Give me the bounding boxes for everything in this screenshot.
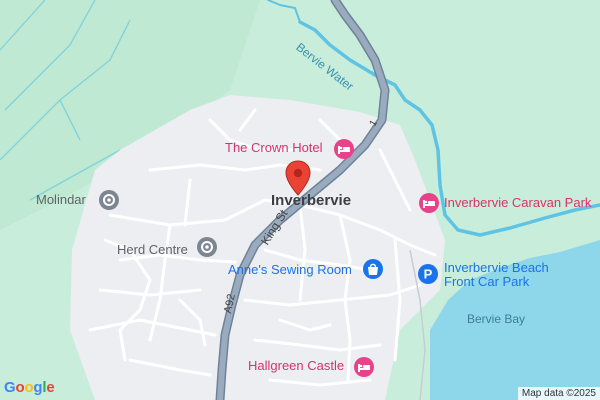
town-label-inverbervie[interactable]: Inverbervie	[271, 192, 351, 209]
poi-label-car-park-line2[interactable]: Front Car Park	[444, 274, 529, 289]
map-canvas[interactable]: A92 King St 1 Bervie Water Bervie Bay Th…	[0, 0, 600, 400]
castle-hotel-icon[interactable]	[353, 356, 377, 380]
shopping-bag-icon[interactable]	[362, 258, 386, 282]
google-logo: Google	[4, 379, 55, 396]
poi-label-molindar[interactable]: Molindar	[36, 192, 86, 207]
herd-centre-place-icon[interactable]	[196, 236, 220, 260]
poi-label-herd-centre[interactable]: Herd Centre	[117, 242, 188, 257]
hotel-icon[interactable]	[333, 138, 357, 162]
poi-label-crown-hotel[interactable]: The Crown Hotel	[225, 140, 323, 155]
poi-label-sewing-room[interactable]: Anne's Sewing Room	[228, 262, 352, 277]
caravan-park-icon[interactable]	[418, 192, 442, 216]
molindar-place-icon[interactable]	[98, 189, 122, 213]
poi-label-caravan-park[interactable]: Inverbervie Caravan Park	[444, 195, 591, 210]
poi-label-car-park-line1[interactable]: Inverbervie Beach	[444, 260, 549, 275]
parking-icon[interactable]: P	[417, 263, 441, 287]
svg-text:P: P	[424, 267, 433, 282]
bay-label: Bervie Bay	[467, 312, 526, 326]
map-attribution[interactable]: Map data ©2025	[517, 387, 600, 400]
poi-label-hallgreen-castle[interactable]: Hallgreen Castle	[248, 358, 344, 373]
